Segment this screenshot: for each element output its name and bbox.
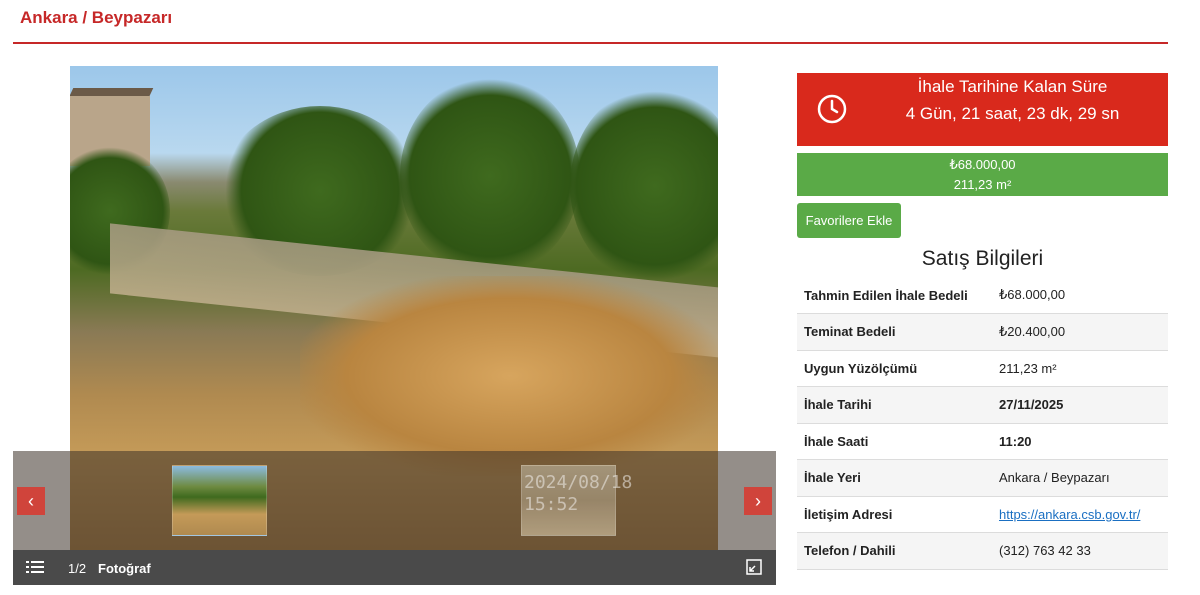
row-value: ₺20.400,00 bbox=[999, 323, 1066, 339]
table-row: İhale Tarihi 27/11/2025 bbox=[797, 386, 1168, 423]
table-row: Uygun Yüzölçümü 211,23 m² bbox=[797, 350, 1168, 387]
thumbnail-2[interactable]: 2024/08/18 15:52 bbox=[521, 465, 632, 536]
row-label: Tahmin Edilen İhale Bedeli bbox=[804, 287, 968, 303]
tree bbox=[570, 86, 718, 286]
timestamp-time: 15:52 bbox=[524, 494, 579, 515]
thumbnail-timestamp: 2024/08/18 15:52 bbox=[524, 472, 632, 516]
row-value: ₺68.000,00 bbox=[999, 287, 1066, 302]
row-value: 11:20 bbox=[999, 433, 1032, 449]
clock-icon bbox=[817, 94, 847, 124]
row-value: (312) 763 42 33 bbox=[999, 543, 1091, 559]
list-icon[interactable] bbox=[26, 558, 44, 576]
row-label: Teminat Bedeli bbox=[804, 324, 896, 340]
row-label: Uygun Yüzölçümü bbox=[804, 360, 918, 376]
page-title: Ankara / Beypazarı bbox=[20, 8, 173, 27]
table-row: İhale Saati 11:20 bbox=[797, 423, 1168, 460]
row-value: 27/11/2025 bbox=[999, 397, 1064, 413]
page-header: Ankara / Beypazarı bbox=[13, 0, 1168, 44]
row-label: İhale Yeri bbox=[804, 470, 861, 486]
row-value: Ankara / Beypazarı bbox=[999, 470, 1110, 486]
dry-grass bbox=[300, 276, 718, 476]
gallery-toolbar: 1/2 Fotoğraf bbox=[13, 550, 776, 585]
table-row: Tahmin Edilen İhale Bedeli ₺68.000,00 bbox=[797, 277, 1168, 314]
photo-counter: 1/2 bbox=[68, 561, 87, 576]
fullscreen-icon[interactable] bbox=[746, 559, 762, 575]
add-to-favorites-button[interactable]: Favorilere Ekle bbox=[797, 203, 901, 238]
photo-counter-label: Fotoğraf bbox=[98, 561, 151, 576]
row-value: https://ankara.csb.gov.tr/ bbox=[992, 496, 1168, 533]
sale-info-table: Tahmin Edilen İhale Bedeli ₺68.000,00 Te… bbox=[797, 277, 1168, 570]
thumbnail-1[interactable] bbox=[172, 465, 267, 536]
row-label: İhale Saati bbox=[804, 433, 869, 449]
countdown-title: İhale Tarihine Kalan Süre bbox=[917, 77, 1108, 96]
row-label: İletişim Adresi bbox=[804, 506, 893, 522]
table-row: İletişim Adresi https://ankara.csb.gov.t… bbox=[797, 496, 1168, 533]
timestamp-date: 2024/08/18 bbox=[524, 472, 633, 493]
row-value: 211,23 m² bbox=[999, 360, 1057, 376]
prev-photo-button[interactable]: ‹ bbox=[17, 487, 45, 515]
thumbnail-strip: 2024/08/18 15:52 bbox=[13, 451, 776, 551]
contact-address-link[interactable]: https://ankara.csb.gov.tr/ bbox=[999, 507, 1140, 522]
sale-info-title: Satış Bilgileri bbox=[921, 247, 1044, 270]
tree bbox=[400, 76, 580, 276]
row-label: İhale Tarihi bbox=[804, 397, 872, 413]
table-row: Teminat Bedeli ₺20.400,00 bbox=[797, 313, 1168, 350]
price-value: ₺68.000,00 bbox=[949, 157, 1016, 172]
row-label: Telefon / Dahili bbox=[804, 543, 896, 559]
area-value: 211,23 m² bbox=[953, 177, 1012, 192]
table-row: Telefon / Dahili (312) 763 42 33 bbox=[797, 532, 1168, 569]
countdown-remaining: 4 Gün, 21 saat, 23 dk, 29 sn bbox=[905, 104, 1120, 123]
next-photo-button[interactable]: › bbox=[744, 487, 772, 515]
table-row: İhale Yeri Ankara / Beypazarı bbox=[797, 459, 1168, 496]
photo-gallery: 2024/08/18 15:52 ‹ › 1/2 Fotoğraf bbox=[13, 66, 776, 585]
countdown-box: İhale Tarihine Kalan Süre 4 Gün, 21 saat… bbox=[797, 73, 1168, 146]
price-box: ₺68.000,00 211,23 m² bbox=[797, 153, 1168, 196]
